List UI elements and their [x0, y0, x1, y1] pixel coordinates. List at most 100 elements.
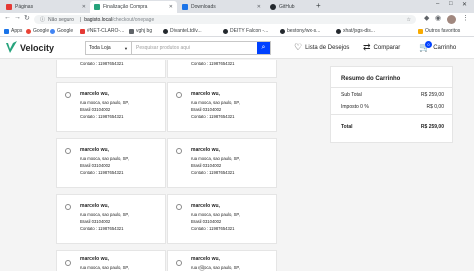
address-city: Brasil 03104002	[191, 219, 222, 224]
address-radio[interactable]	[65, 148, 71, 154]
address-contact: Contato : 11987654321	[80, 114, 124, 119]
close-icon[interactable]: ✕	[257, 4, 261, 10]
cart-summary: Resumo do Carrinho Sub Total R$ 259,00 I…	[330, 66, 453, 143]
browser-tab-paginas[interactable]: Páginas ✕	[2, 1, 90, 13]
close-icon[interactable]: ✕	[82, 4, 86, 10]
tab-label: Finalização Compra	[103, 4, 148, 10]
reload-icon[interactable]: ↻	[24, 14, 30, 22]
address-street: rua mooca, sao paulo, SP,	[191, 156, 240, 161]
address-city: Brasil 03104002	[80, 163, 111, 168]
address-radio[interactable]	[176, 92, 182, 98]
total-label: Total	[341, 124, 353, 130]
address-card[interactable]: marcelo wu, rua mooca, sao paulo, SP,	[56, 250, 166, 271]
address-name: marcelo wu,	[80, 147, 109, 153]
wishlist-link[interactable]: ♡ Lista de Desejos	[294, 42, 349, 53]
velocity-logo[interactable]: Velocity	[6, 41, 54, 55]
address-radio[interactable]	[176, 204, 182, 210]
bookmark-vghj[interactable]: vghj bg	[129, 28, 152, 34]
address-card[interactable]: marcelo wu, rua mooca, sao paulo, SP, Br…	[167, 82, 277, 132]
bookmark-google[interactable]: Google	[26, 28, 49, 34]
close-window-icon[interactable]: ✕	[462, 1, 467, 8]
browser-tab-downloads[interactable]: Downloads ✕	[178, 1, 265, 13]
profile-avatar[interactable]	[447, 15, 456, 24]
address-street: rua mooca, sao paulo, SP,	[191, 212, 240, 217]
address-radio[interactable]	[176, 148, 182, 154]
address-radio[interactable]	[176, 260, 182, 266]
address-card[interactable]: marcelo wu, rua mooca, sao paulo, SP, Br…	[56, 82, 166, 132]
address-card[interactable]: marcelo wu, rua mooca, sao paulo, SP,	[167, 250, 277, 271]
folder-icon	[418, 28, 423, 34]
logo-text: Velocity	[20, 43, 55, 53]
search-input[interactable]: Pesquisar produtos aqui	[132, 42, 257, 54]
address-card[interactable]: Contato : 11987654321	[167, 60, 277, 78]
bookmark-label: #NET-CLARO-...	[87, 28, 125, 34]
category-select[interactable]: Toda Loja ▼	[86, 42, 132, 54]
new-tab-button[interactable]: +	[316, 1, 321, 10]
loading-spinner-icon	[199, 265, 205, 271]
compare-link[interactable]: ⇄ Comparar	[363, 42, 400, 53]
bookmark-net-claro[interactable]: #NET-CLARO-...	[80, 28, 124, 34]
search-icon: ⌕	[261, 44, 266, 51]
address-card[interactable]: marcelo wu, rua mooca, sao paulo, SP, Br…	[56, 194, 166, 244]
minimize-icon[interactable]: –	[436, 1, 439, 7]
browser-tab-github[interactable]: GitHub	[266, 1, 312, 13]
velocity-favicon-icon	[94, 4, 100, 10]
address-name: marcelo wu,	[80, 256, 109, 262]
github-icon	[280, 28, 285, 34]
address-street: rua mooca, sao paulo, SP,	[191, 100, 240, 105]
bookmark-divante[interactable]: DivanteLtd/v...	[163, 28, 202, 34]
bookmark-star-icon[interactable]: ☆	[407, 17, 411, 23]
download-icon	[182, 4, 188, 10]
address-name: marcelo wu,	[191, 147, 220, 153]
tab-label: GitHub	[279, 4, 295, 10]
security-label: Não seguro	[48, 16, 74, 23]
address-name: marcelo wu,	[191, 203, 220, 209]
cart-label: Carrinho	[433, 44, 457, 51]
address-card[interactable]: Contato : 11987654321	[56, 60, 166, 78]
address-contact: Contato : 11987654321	[191, 226, 235, 231]
bookmark-google-2[interactable]: Google	[50, 28, 73, 34]
bookmark-label: DEITY Falcon -...	[230, 28, 269, 34]
bookmarks-bar: Apps Google Google #NET-CLARO-... vghj b…	[0, 26, 474, 37]
address-radio[interactable]	[65, 92, 71, 98]
site-header: Velocity Toda Loja ▼ Pesquisar produtos …	[0, 37, 474, 59]
bookmark-label: bestony/wx-s...	[287, 28, 321, 34]
maximize-icon[interactable]: □	[449, 1, 453, 7]
address-contact: Contato : 11987654321	[191, 170, 235, 175]
forward-icon[interactable]: →	[14, 14, 21, 21]
address-path: /checkout/onepage	[111, 16, 155, 23]
address-street: rua mooca, sao paulo, SP,	[80, 265, 129, 270]
close-icon[interactable]: ✕	[169, 4, 173, 10]
tab-label: Downloads	[191, 4, 216, 10]
subtotal-row: Sub Total R$ 259,00	[341, 92, 444, 98]
address-bar[interactable]: ⓘ Não seguro | bagisto.local /checkout/o…	[34, 15, 416, 24]
google-icon	[26, 28, 31, 34]
bookmark-bestony[interactable]: bestony/wx-s...	[280, 28, 320, 34]
back-icon[interactable]: ←	[4, 14, 11, 21]
bookmark-outros[interactable]: Outros favoritos	[418, 28, 460, 34]
apps-grid-icon	[4, 28, 9, 34]
bookmark-apps[interactable]: Apps	[4, 28, 22, 34]
summary-divider	[331, 114, 452, 115]
address-card[interactable]: marcelo wu, rua mooca, sao paulo, SP, Br…	[167, 138, 277, 188]
address-card[interactable]: marcelo wu, rua mooca, sao paulo, SP, Br…	[56, 138, 166, 188]
address-card[interactable]: marcelo wu, rua mooca, sao paulo, SP, Br…	[167, 194, 277, 244]
wishlist-label: Lista de Desejos	[305, 44, 350, 51]
address-city: Brasil 03104002	[191, 163, 222, 168]
search-bar: Toda Loja ▼ Pesquisar produtos aqui ⌕	[85, 41, 271, 55]
address-radio[interactable]	[65, 204, 71, 210]
bookmark-deity[interactable]: DEITY Falcon -...	[223, 28, 268, 34]
page-icon	[129, 28, 134, 34]
compare-arrows-icon: ⇄	[363, 42, 371, 52]
total-value: R$ 259,00	[420, 124, 444, 130]
address-radio[interactable]	[65, 260, 71, 266]
browser-tab-checkout[interactable]: Finalização Compra ✕	[90, 1, 177, 13]
subtotal-value: R$ 259,00	[420, 92, 444, 98]
address-city: Brasil 03104002	[191, 107, 222, 112]
browser-menu-icon[interactable]: ⋮	[462, 14, 469, 22]
extension-icon[interactable]: ◉	[435, 14, 441, 22]
search-button[interactable]: ⌕	[257, 42, 270, 54]
bookmark-xhat[interactable]: xhat/jsgs-dis...	[336, 28, 375, 34]
bookmark-label: Google	[33, 28, 50, 34]
extension-icon[interactable]: ◆	[424, 14, 429, 22]
